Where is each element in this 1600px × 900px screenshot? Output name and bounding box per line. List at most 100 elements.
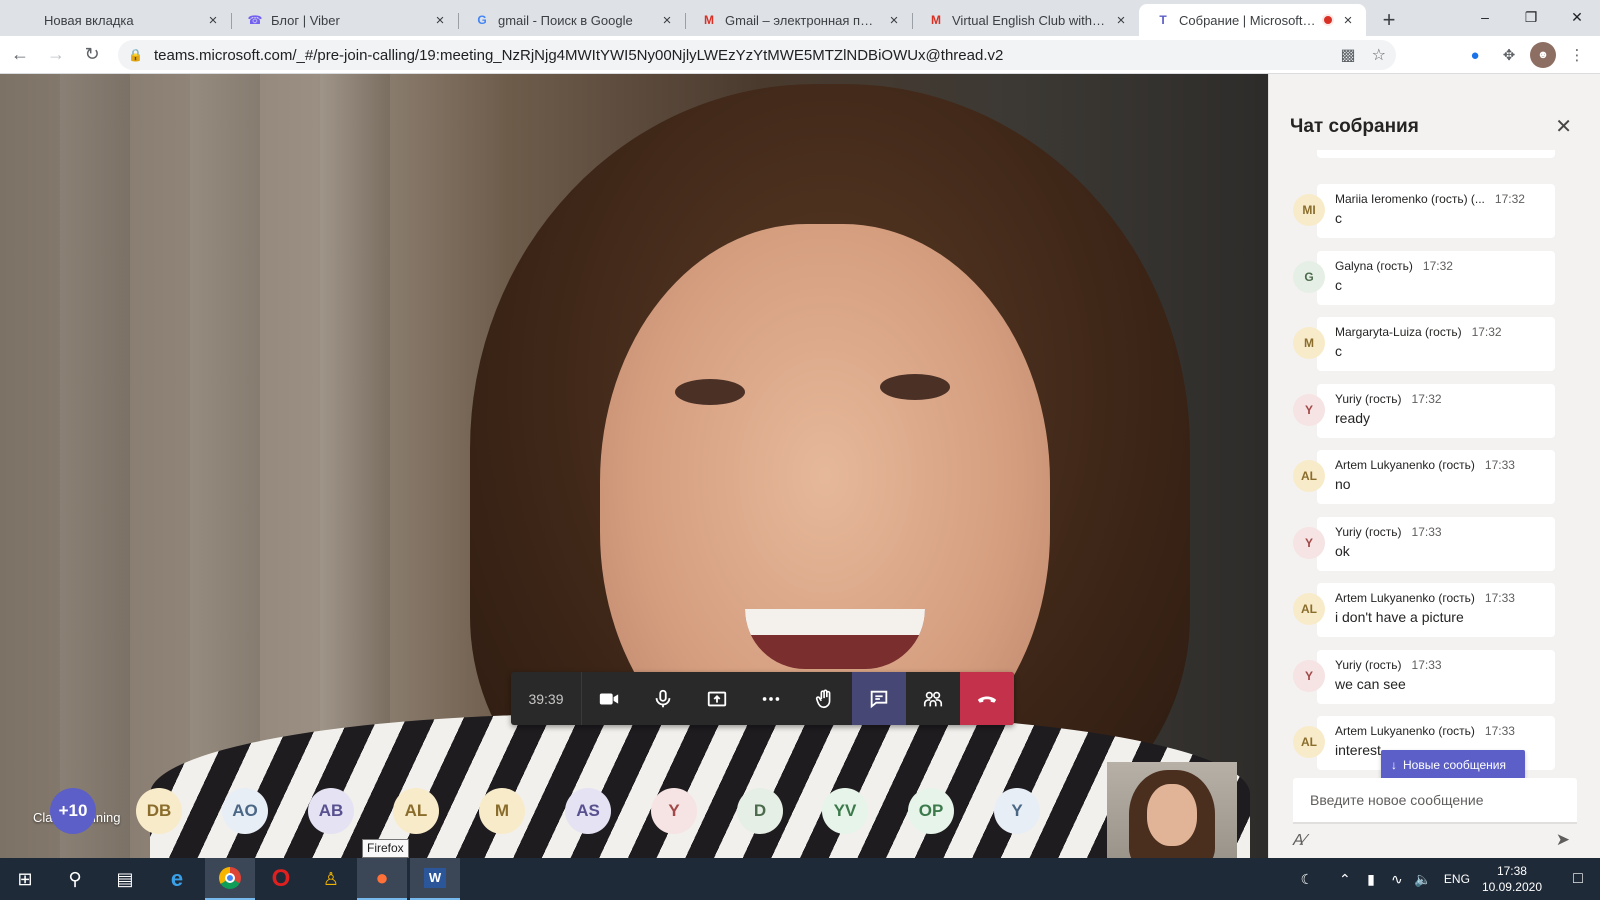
message-text: i don't have a picture xyxy=(1335,609,1464,625)
browser-tab[interactable]: M Virtual English Club with Clai × xyxy=(912,4,1139,36)
windows-taskbar: ⊞ ⚲ ▤ e O ♙ ● W ☾ ⌃ ▮ ∿ 🔈 ENG 17:38 10.0… xyxy=(0,858,1600,900)
teams-icon: T xyxy=(1159,13,1167,27)
show-chat-button[interactable] xyxy=(852,672,906,725)
participant-avatar[interactable]: OP xyxy=(908,788,954,834)
tab-close-icon[interactable]: × xyxy=(659,12,675,29)
windows-start-icon[interactable]: ⊞ xyxy=(0,858,50,900)
word-taskbar-icon[interactable]: W xyxy=(410,858,460,900)
browser-tab-strip: Новая вкладка × ☎ Блог | Viber × Ggmail - Пои… xyxy=(0,0,1600,36)
opera-icon[interactable]: O xyxy=(256,858,306,900)
message-author: Yuriy (гость) xyxy=(1335,524,1402,539)
participant-avatar[interactable]: D xyxy=(737,788,783,834)
wifi-icon[interactable]: ∿ xyxy=(1384,871,1410,888)
more-actions-button[interactable] xyxy=(744,672,798,725)
message-text: ok xyxy=(1335,542,1350,559)
browser-tab[interactable]: Ggmail - Поиск в Google × xyxy=(458,4,685,36)
minimize-button[interactable]: – xyxy=(1462,0,1508,34)
tab-close-icon[interactable]: × xyxy=(1113,12,1129,29)
clock[interactable]: 17:38 10.09.2020 xyxy=(1482,863,1542,895)
new-tab-icon xyxy=(20,12,36,28)
chat-message[interactable]: Margaryta-Luiza (гость) 17:32 c xyxy=(1317,317,1555,371)
participant-avatar[interactable]: YV xyxy=(822,788,868,834)
speaker-eye xyxy=(880,374,950,400)
message-author-avatar: Y xyxy=(1293,393,1325,426)
close-window-button[interactable]: ✕ xyxy=(1554,0,1600,34)
new-tab-button[interactable]: + xyxy=(1374,4,1404,36)
participant-avatar[interactable]: DB xyxy=(136,788,182,834)
reload-button[interactable]: ↻ xyxy=(76,39,108,71)
show-participants-button[interactable] xyxy=(906,672,960,725)
message-author-avatar: MI xyxy=(1293,194,1325,226)
profile-avatar[interactable]: ☻ xyxy=(1530,42,1556,68)
chat-message[interactable]: Yuriy (гость) 17:33 ok xyxy=(1317,516,1555,571)
tab-title: Virtual English Club with Clai xyxy=(952,12,1107,28)
maximize-button[interactable]: ❐ xyxy=(1508,0,1554,34)
browser-tab[interactable]: Новая вкладка × xyxy=(4,4,231,36)
back-button[interactable]: ← xyxy=(4,39,36,71)
browser-tab[interactable]: T Собрание | Microsoft Te × xyxy=(1139,4,1366,36)
participant-avatar[interactable]: Y xyxy=(994,788,1040,834)
task-view-icon[interactable]: ▤ xyxy=(100,858,150,900)
participant-avatar[interactable]: AL xyxy=(393,788,439,834)
message-meta: Yuriy (гость) 17:32 xyxy=(1335,392,1545,406)
bookmark-star-icon[interactable]: ☆ xyxy=(1372,45,1386,65)
battery-icon[interactable]: ▮ xyxy=(1358,871,1384,888)
meeting-chat-panel: Чат собрания ✕ Mariia Ieromenko (гость) … xyxy=(1268,74,1600,858)
tab-close-icon[interactable]: × xyxy=(886,12,902,29)
speaker-eye xyxy=(675,379,745,405)
chat-message[interactable]: Mariia Ieromenko (гость) (... 17:32 c xyxy=(1317,184,1555,238)
browser-menu-icon[interactable]: ⋮ xyxy=(1564,42,1590,68)
chat-message[interactable]: Yuriy (гость) 17:32 ready xyxy=(1317,383,1555,438)
message-compose-field[interactable]: Введите новое сообщение xyxy=(1293,778,1577,824)
forward-button[interactable]: → xyxy=(40,39,72,71)
people-app-icon[interactable]: ♙ xyxy=(306,858,356,900)
show-hidden-icons-chevron[interactable]: ⌃ xyxy=(1332,871,1358,888)
tab-close-icon[interactable]: × xyxy=(432,12,448,29)
send-message-icon[interactable]: ➤ xyxy=(1556,830,1570,850)
hang-up-button[interactable] xyxy=(960,672,1014,725)
input-language[interactable]: ENG xyxy=(1444,872,1470,886)
tab-close-icon[interactable]: × xyxy=(205,12,221,29)
camera-in-use-icon[interactable]: ▩ xyxy=(1341,45,1356,65)
extensions-puzzle-icon[interactable]: ✥ xyxy=(1496,42,1522,68)
browser-tab[interactable]: M Gmail – электронная почта и × xyxy=(685,4,912,36)
message-author-avatar: AL xyxy=(1293,460,1325,492)
volume-icon[interactable]: 🔈 xyxy=(1410,871,1436,888)
tab-title: Блог | Viber xyxy=(271,12,340,28)
participant-avatar[interactable]: AB xyxy=(308,788,354,834)
address-bar[interactable]: 🔒 teams.microsoft.com/_#/pre-join-callin… xyxy=(118,40,1396,70)
search-icon[interactable]: ⚲ xyxy=(50,858,100,900)
raise-hand-button[interactable] xyxy=(798,672,852,725)
new-messages-button[interactable]: ↓ Новые сообщения xyxy=(1381,750,1525,780)
participant-avatar[interactable]: M xyxy=(479,788,525,834)
tab-close-icon[interactable]: × xyxy=(1340,12,1356,29)
firefox-icon[interactable]: ● xyxy=(357,858,407,900)
microphone-toggle-button[interactable] xyxy=(636,672,690,725)
url-text: teams.microsoft.com/_#/pre-join-calling/… xyxy=(154,46,1004,64)
participant-avatar[interactable]: Y xyxy=(651,788,697,834)
lock-icon: 🔒 xyxy=(128,48,143,62)
browser-tab[interactable]: ☎ Блог | Viber × xyxy=(231,4,458,36)
chrome-taskbar-icon[interactable] xyxy=(205,858,255,900)
chat-message[interactable]: Artem Lukyanenko (гость) 17:33 no xyxy=(1317,450,1555,504)
self-preview-video xyxy=(1107,762,1237,858)
chat-message-list[interactable]: Mariia Ieromenko (гость) (... 17:32 c MI Gal… xyxy=(1269,158,1600,778)
share-screen-button[interactable] xyxy=(690,672,744,725)
browser-toolbar: ← → ↻ 🔒 teams.microsoft.com/_#/pre-join-… xyxy=(0,36,1600,74)
more-participants-button[interactable]: +10 xyxy=(50,788,96,834)
internet-explorer-icon[interactable]: e xyxy=(152,858,202,900)
format-text-icon[interactable]: A⁄ xyxy=(1293,832,1306,850)
chat-message[interactable]: Galyna (гость) 17:32 c xyxy=(1317,250,1555,305)
chat-message[interactable]: Artem Lukyanenko (гость) 17:33 i don't hav… xyxy=(1317,583,1555,637)
participant-avatar[interactable]: AO xyxy=(222,788,268,834)
participant-avatar[interactable]: AS xyxy=(565,788,611,834)
message-author-avatar: AL xyxy=(1293,593,1325,625)
notifications-icon[interactable]: □ xyxy=(1556,870,1600,888)
camera-toggle-button[interactable] xyxy=(582,672,636,725)
message-author-avatar: Y xyxy=(1293,526,1325,559)
chat-message[interactable]: Yuriy (гость) 17:33 we can see xyxy=(1317,649,1555,704)
person-icon[interactable]: ☾ xyxy=(1294,871,1320,888)
close-chat-icon[interactable]: ✕ xyxy=(1555,114,1572,139)
message-meta: Galyna (гость) 17:32 xyxy=(1335,259,1545,273)
extension-icon[interactable]: ● xyxy=(1462,42,1488,68)
